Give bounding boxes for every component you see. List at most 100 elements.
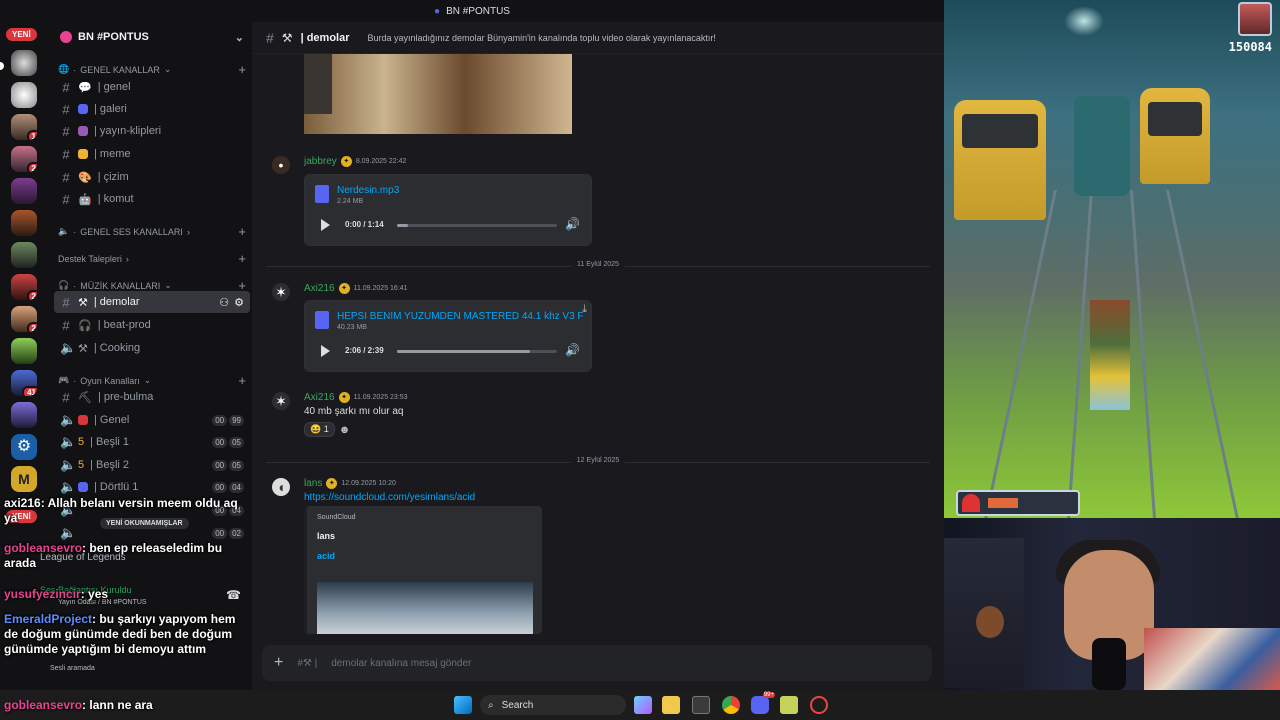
speaker-icon: 🔈: [60, 412, 77, 427]
avatar[interactable]: ◖: [272, 478, 290, 496]
hash-icon: #: [62, 389, 70, 405]
server-icon-11[interactable]: 41: [11, 370, 37, 396]
channel-cooking[interactable]: 🔈 ⚒ | Cooking: [54, 337, 250, 359]
copilot-icon[interactable]: [634, 696, 652, 714]
app-icon[interactable]: [780, 696, 798, 714]
reaction-laugh[interactable]: 😆 1: [304, 422, 335, 437]
download-icon[interactable]: ⤓: [582, 303, 587, 316]
record-icon[interactable]: [810, 696, 828, 714]
embed-title[interactable]: acid: [317, 551, 532, 561]
channel-pre-bulma[interactable]: # ⛏ | pre-bulma: [54, 386, 250, 408]
add-channel-icon[interactable]: +: [238, 224, 246, 239]
server-icon-7[interactable]: [11, 242, 37, 268]
add-channel-icon[interactable]: +: [238, 62, 246, 77]
channel-komut[interactable]: # 🤖 | komut: [54, 188, 250, 210]
server-icon-9[interactable]: 2: [11, 306, 37, 332]
server-icon-4[interactable]: 2: [11, 146, 37, 172]
add-reaction-icon[interactable]: ☻: [339, 424, 351, 436]
username[interactable]: Axi216: [304, 392, 335, 403]
embed-provider[interactable]: SoundCloud: [317, 514, 532, 521]
audio-time: 2:06 / 2:39: [345, 346, 384, 355]
message-link[interactable]: https://soundcloud.com/yesimlans/acid: [304, 492, 475, 503]
audio-file-icon: [315, 185, 329, 203]
channel-cizim[interactable]: # 🎨 | çizim: [54, 166, 250, 188]
settings-gear-icon[interactable]: ⚙: [234, 296, 244, 309]
meme-icon: [78, 149, 88, 159]
taskbar-search[interactable]: ⌕ Search: [480, 695, 626, 715]
voice-channel-dortlu-1[interactable]: 🔈 | Dörtlü 1 00 04: [54, 476, 250, 498]
new-badge: YENİ: [6, 28, 37, 41]
timestamp: 12.09.2025 10:20: [341, 480, 396, 487]
server-icon-3[interactable]: 1: [11, 114, 37, 140]
server-icon-1[interactable]: [11, 50, 37, 76]
discord-icon[interactable]: 99+: [751, 692, 775, 714]
username[interactable]: jabbrey: [304, 156, 337, 167]
server-glyph-icon: ●: [434, 5, 441, 17]
username[interactable]: Axi216: [304, 283, 335, 294]
volume-icon[interactable]: 🔊: [565, 217, 580, 231]
game-capture: 150084: [944, 0, 1280, 518]
category-genel-ses[interactable]: 🔈 · GENEL SES KANALLARI › +: [58, 224, 246, 239]
server-icon-2[interactable]: [11, 82, 37, 108]
hash-icon: #: [62, 191, 70, 207]
category-genel-kanallar[interactable]: 🌐 · GENEL KANALLAR ⌄ +: [58, 62, 246, 77]
composer-placeholder[interactable]: demolar kanalına mesaj gönder: [331, 658, 471, 669]
play-icon[interactable]: [321, 219, 330, 231]
add-channel-icon[interactable]: +: [238, 251, 246, 266]
date-divider: 11 Eylül 2025: [266, 261, 930, 268]
hash-icon: #: [62, 169, 70, 185]
audio-progress[interactable]: [397, 224, 557, 227]
file-name[interactable]: HEPSI BENIM YUZUMDEN MASTERED 44.1 khz V…: [337, 311, 583, 322]
server-icon-14[interactable]: M: [11, 466, 37, 492]
channel-yayin-klipleri[interactable]: # | yayın-klipleri: [54, 120, 250, 142]
volume-icon[interactable]: 🔊: [565, 343, 580, 357]
channel-topic[interactable]: Burda yayınladığınız demolar Bünyamin'in…: [368, 33, 716, 43]
server-header[interactable]: BN #PONTUS ⌄: [52, 22, 252, 52]
voice-channel-genel[interactable]: 🔈 | Genel 00 99: [54, 409, 250, 431]
role-badge-icon: ✦: [338, 283, 350, 294]
chrome-icon[interactable]: [722, 696, 740, 714]
play-icon[interactable]: [321, 345, 330, 357]
message-composer[interactable]: + #⚒ | demolar kanalına mesaj gönder: [262, 645, 932, 681]
add-attachment-icon[interactable]: +: [274, 654, 283, 672]
globe-icon: 🌐: [58, 64, 70, 74]
five-icon: 5: [78, 436, 85, 448]
speaker-icon: 🔈: [60, 434, 77, 449]
avatar[interactable]: ✶: [272, 283, 290, 301]
timestamp: 11.09.2025 16:41: [353, 285, 408, 292]
channel-meme[interactable]: # | meme: [54, 143, 250, 165]
robot-icon: 🤖: [78, 193, 92, 206]
windows-start-icon[interactable]: [454, 696, 472, 714]
overlay-chat-line: gobleansevro: ben ep releaseledim bu ara…: [4, 541, 223, 570]
server-icon-13[interactable]: ⚙: [11, 434, 37, 460]
server-icon-10[interactable]: [11, 338, 37, 364]
speech-icon: 💬: [78, 81, 92, 94]
image-attachment[interactable]: [304, 54, 572, 134]
invite-icon[interactable]: ⚇: [219, 296, 229, 309]
avatar[interactable]: ✶: [272, 392, 290, 410]
voice-channel-besli-2[interactable]: 🔈 5 | Beşli 2 00 05: [54, 454, 250, 476]
voice-channel-besli-1[interactable]: 🔈 5 | Beşli 1 00 05: [54, 431, 250, 453]
channel-beat-prod[interactable]: # 🎧 | beat-prod: [54, 314, 250, 336]
avatar[interactable]: •: [272, 156, 290, 174]
channel-genel[interactable]: # 💬 | genel: [54, 76, 250, 98]
embed-author[interactable]: lans: [317, 531, 532, 541]
embed-image[interactable]: [317, 582, 533, 634]
category-destek[interactable]: Destek Talepleri › +: [58, 251, 246, 266]
server-icon-6[interactable]: [11, 210, 37, 236]
store-icon[interactable]: [692, 696, 710, 714]
train-center: [1074, 96, 1130, 196]
server-name: BN #PONTUS: [78, 31, 149, 43]
username[interactable]: lans: [304, 478, 322, 489]
window-title: BN #PONTUS: [446, 5, 510, 17]
server-icon-5[interactable]: [11, 178, 37, 204]
file-explorer-icon[interactable]: [662, 696, 680, 714]
channel-galeri[interactable]: # | galeri: [54, 98, 250, 120]
file-size: 2.24 MB: [337, 198, 364, 205]
server-icon-8[interactable]: 2: [11, 274, 37, 300]
webcam-feed: [944, 518, 1280, 690]
server-icon-12[interactable]: [11, 402, 37, 428]
channel-demolar[interactable]: # ⚒ | demolar ⚇ ⚙: [54, 291, 250, 313]
file-name[interactable]: Nerdesin.mp3: [337, 185, 583, 196]
audio-progress[interactable]: [397, 350, 557, 353]
